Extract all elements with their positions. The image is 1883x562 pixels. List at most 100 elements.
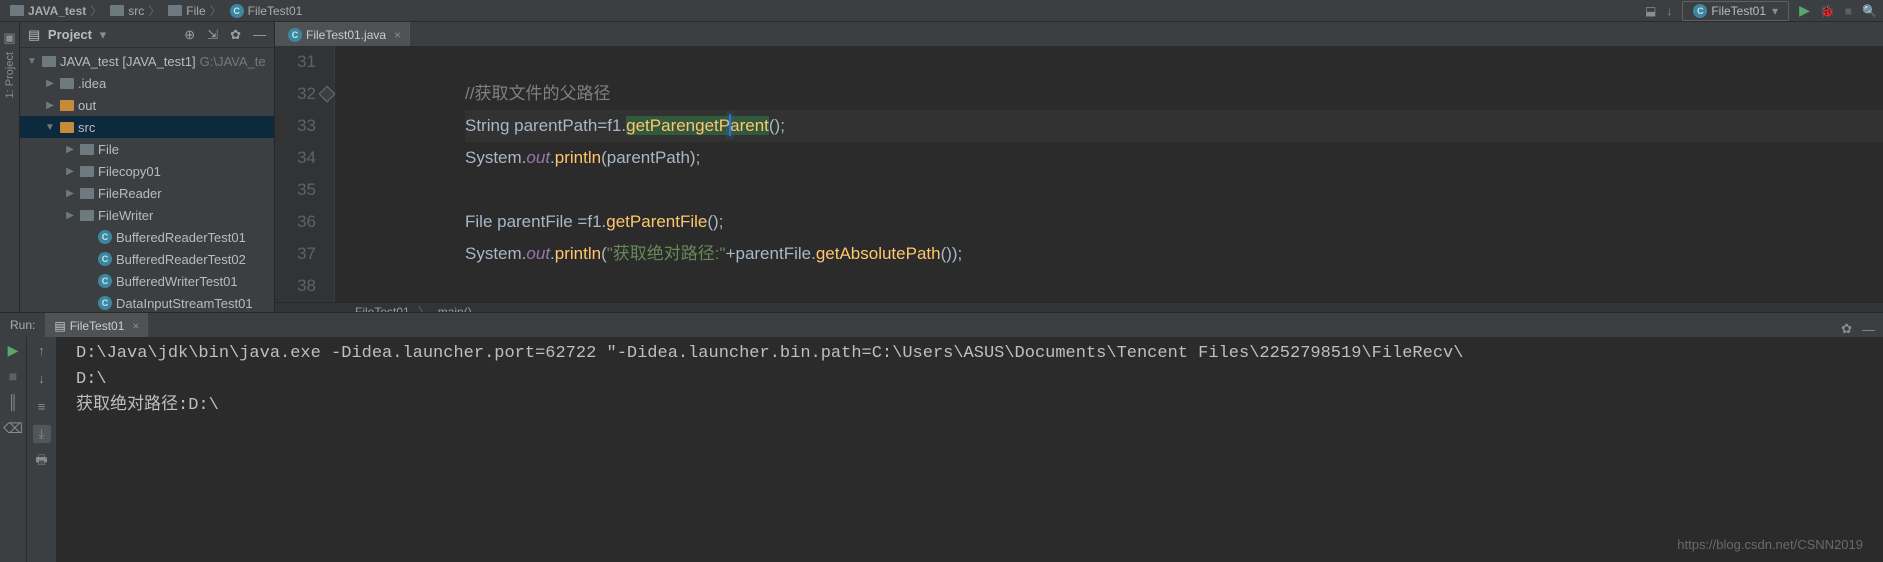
line-number[interactable]: 34	[275, 142, 316, 174]
class-icon: C	[1693, 4, 1707, 18]
tree-label: FileWriter	[98, 208, 153, 223]
tree-row-filecopy01[interactable]: ▶ Filecopy01	[20, 160, 274, 182]
code-line[interactable]: System.out.println("获取绝对路径:"+parentFile.…	[465, 238, 1883, 270]
folder-icon	[80, 188, 94, 199]
gear-icon[interactable]: ✿	[230, 27, 241, 43]
tree-label: Filecopy01	[98, 164, 161, 179]
tree-label: JAVA_test [JAVA_test1]	[60, 54, 196, 69]
search-icon[interactable]: 🔍	[1862, 4, 1877, 18]
print-icon[interactable]: 🖶	[33, 453, 51, 471]
arrow-icon[interactable]: ▶	[64, 166, 76, 177]
folder-icon	[110, 5, 124, 16]
arrow-icon[interactable]: ▶	[44, 78, 56, 89]
rerun-button[interactable]: ▶	[4, 341, 22, 359]
tree-row-out[interactable]: ▶ out	[20, 94, 274, 116]
code-line[interactable]: String parentPath=f1.getParengetParent()…	[465, 110, 1883, 142]
tree-label: src	[78, 120, 95, 135]
close-run-tab-icon[interactable]: ×	[132, 319, 139, 333]
run-config-selector[interactable]: C FileTest01 ▾	[1682, 1, 1789, 21]
tree-row--idea[interactable]: ▶.idea	[20, 72, 274, 94]
tree-row-bufferedreadertest01[interactable]: CBufferedReaderTest01	[20, 226, 274, 248]
editor-tab[interactable]: C FileTest01.java ×	[275, 22, 410, 46]
class-icon: C	[288, 28, 302, 42]
code-line[interactable]	[465, 46, 1883, 78]
code-line[interactable]	[465, 174, 1883, 206]
tree-label: FileReader	[98, 186, 162, 201]
arrow-icon[interactable]: ▼	[44, 122, 56, 133]
folder-icon	[80, 210, 94, 221]
tree-label: BufferedReaderTest02	[116, 252, 246, 267]
arrow-icon[interactable]: ▶	[64, 210, 76, 221]
build-icon[interactable]: ⬓	[1645, 4, 1656, 18]
debug-button[interactable]: 🐞	[1820, 4, 1835, 18]
code-line[interactable]	[465, 270, 1883, 302]
hide-panel-icon[interactable]: —	[253, 27, 266, 43]
tree-row-filewriter[interactable]: ▶ FileWriter	[20, 204, 274, 226]
breadcrumb-file[interactable]: C FileTest01	[226, 4, 303, 18]
folder-icon	[42, 56, 56, 67]
tree-label: BufferedReaderTest01	[116, 230, 246, 245]
line-number[interactable]: 35	[275, 174, 316, 206]
scroll-end-icon[interactable]: ⤓	[33, 425, 51, 443]
code-line[interactable]: System.out.println(parentPath);	[465, 142, 1883, 174]
close-tab-icon[interactable]: ×	[394, 28, 401, 42]
tree-label: File	[98, 142, 119, 157]
tree-row-bufferedreadertest02[interactable]: CBufferedReaderTest02	[20, 248, 274, 270]
line-number[interactable]: 37	[275, 238, 316, 270]
tree-row-java-test-java-test1-[interactable]: ▼JAVA_test [JAVA_test1] G:\JAVA_te	[20, 50, 274, 72]
line-number[interactable]: 38	[275, 270, 316, 302]
tree-label: DataInputStreamTest01	[116, 296, 253, 311]
breadcrumb-src[interactable]: src	[106, 4, 144, 18]
folder-icon	[60, 122, 74, 133]
run-button[interactable]: ▶	[1799, 2, 1810, 19]
run-tab[interactable]: ▤ FileTest01 ×	[45, 313, 148, 337]
collapse-icon[interactable]: ⇲	[207, 27, 218, 43]
arrow-icon[interactable]: ▶	[64, 188, 76, 199]
target-icon[interactable]: ⊕	[184, 27, 195, 43]
breadcrumb-dir[interactable]: File	[164, 4, 205, 18]
run-controls-secondary: ↑ ↓ ≡ ⤓ 🖶	[26, 337, 56, 562]
class-icon: C	[230, 4, 244, 18]
line-number[interactable]: 32	[275, 78, 316, 110]
run-controls-left: ▶ ■ ║ ⌫	[0, 337, 26, 562]
tree-row-src[interactable]: ▼ src	[20, 116, 274, 138]
folder-icon	[60, 78, 74, 89]
soft-wrap-icon[interactable]: ≡	[33, 397, 51, 415]
arrow-icon[interactable]: ▼	[26, 56, 38, 67]
run-hide-icon[interactable]: —	[1862, 322, 1875, 337]
arrow-icon[interactable]: ▶	[44, 100, 56, 111]
exit-button[interactable]: ⌫	[4, 419, 22, 437]
folder-icon	[60, 100, 74, 111]
tree-row-bufferedwritertest01[interactable]: CBufferedWriterTest01	[20, 270, 274, 292]
pause-button[interactable]: ║	[4, 393, 22, 411]
editor-tab-label: FileTest01.java	[306, 28, 386, 42]
project-toolwindow-button[interactable]: 1: Project	[4, 52, 16, 98]
project-view-selector[interactable]: ▤ Project ▾	[28, 27, 106, 43]
stop-run-button[interactable]: ■	[4, 367, 22, 385]
breadcrumb-project[interactable]: JAVA_test	[6, 4, 86, 18]
fold-marker-icon[interactable]	[319, 86, 336, 103]
run-toolwindow: Run: ▤ FileTest01 × ✿ — ▶ ■ ║ ⌫ ↑ ↓ ≡ ⤓ …	[0, 312, 1883, 562]
tree-label: BufferedWriterTest01	[116, 274, 238, 289]
folder-icon	[168, 5, 182, 16]
arrow-icon[interactable]: ▶	[64, 144, 76, 155]
line-number[interactable]: 31	[275, 46, 316, 78]
tree-row-datainputstreamtest01[interactable]: CDataInputStreamTest01	[20, 292, 274, 312]
run-gear-icon[interactable]: ✿	[1841, 321, 1852, 337]
up-icon[interactable]: ↑	[33, 341, 51, 359]
tree-row-file[interactable]: ▶ File	[20, 138, 274, 160]
line-number[interactable]: 36	[275, 206, 316, 238]
run-label: Run:	[0, 313, 45, 337]
text-cursor	[729, 114, 731, 136]
tree-label: out	[78, 98, 96, 113]
code-editor[interactable]: 3132333435363738 //获取文件的父路径String parent…	[275, 46, 1883, 302]
code-line[interactable]: //获取文件的父路径	[465, 78, 1883, 110]
down-icon[interactable]: ↓	[33, 369, 51, 387]
toolstrip-toggle[interactable]: ▣	[3, 30, 15, 46]
sync-icon[interactable]: ↓	[1666, 4, 1672, 18]
stop-button[interactable]: ■	[1845, 4, 1852, 18]
console-output[interactable]: D:\Java\jdk\bin\java.exe -Didea.launcher…	[56, 337, 1883, 562]
code-line[interactable]: File parentFile =f1.getParentFile();	[465, 206, 1883, 238]
line-number[interactable]: 33	[275, 110, 316, 142]
tree-row-filereader[interactable]: ▶ FileReader	[20, 182, 274, 204]
